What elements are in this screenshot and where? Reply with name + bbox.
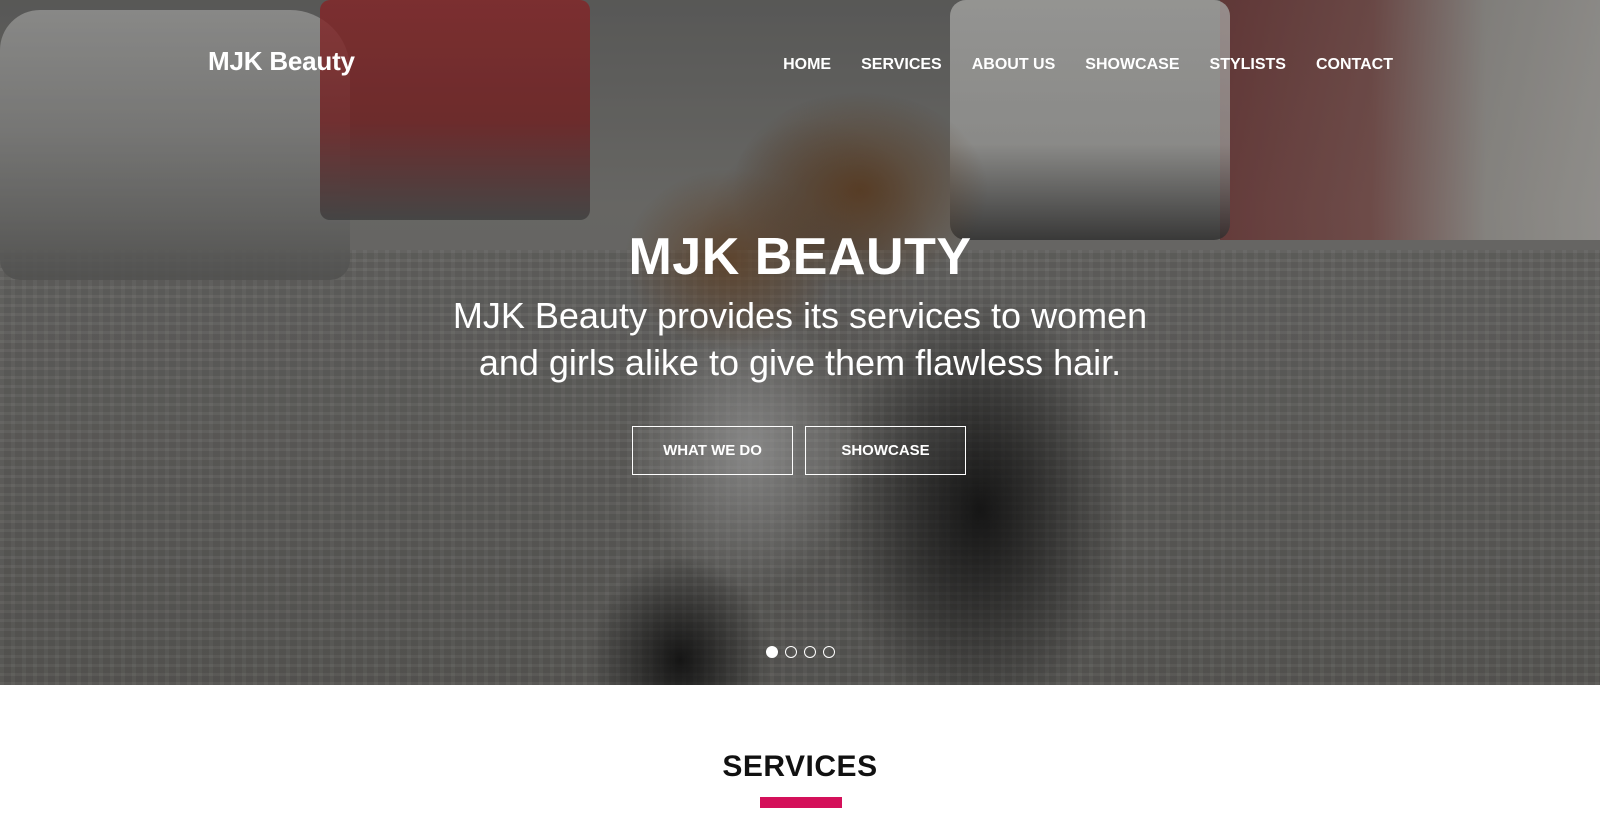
carousel-dot-4[interactable] [823, 646, 835, 658]
carousel-indicators [766, 646, 835, 658]
services-section: SERVICES [0, 685, 1600, 830]
nav-item-showcase: SHOWCASE [1085, 56, 1179, 74]
carousel-dot-1[interactable] [766, 646, 778, 658]
nav-link-showcase[interactable]: SHOWCASE [1085, 56, 1179, 73]
hero-section: MJK Beauty HOME SERVICES ABOUT US SHOWCA… [0, 0, 1600, 685]
brand-logo[interactable]: MJK Beauty [208, 46, 355, 77]
showcase-button[interactable]: SHOWCASE [805, 426, 966, 475]
nav-link-contact[interactable]: CONTACT [1316, 56, 1393, 73]
hero-title: MJK BEAUTY [628, 228, 972, 286]
carousel-dot-2[interactable] [785, 646, 797, 658]
nav-item-about-us: ABOUT US [972, 56, 1056, 74]
nav-link-about-us[interactable]: ABOUT US [972, 56, 1056, 73]
nav-item-stylists: STYLISTS [1210, 56, 1286, 74]
main-nav: HOME SERVICES ABOUT US SHOWCASE STYLISTS… [783, 56, 1393, 74]
nav-link-services[interactable]: SERVICES [861, 56, 942, 73]
what-we-do-button[interactable]: WHAT WE DO [632, 426, 793, 475]
nav-item-contact: CONTACT [1316, 56, 1393, 74]
carousel-dot-3[interactable] [804, 646, 816, 658]
services-heading-underline [760, 797, 842, 808]
nav-item-services: SERVICES [861, 56, 942, 74]
navbar: MJK Beauty HOME SERVICES ABOUT US SHOWCA… [0, 0, 1600, 130]
hero-subtitle: MJK Beauty provides its services to wome… [452, 295, 1148, 384]
services-heading: SERVICES [722, 750, 878, 783]
nav-link-home[interactable]: HOME [783, 56, 831, 73]
nav-link-stylists[interactable]: STYLISTS [1210, 56, 1286, 73]
hero-text-block: MJK BEAUTY MJK Beauty provides its servi… [0, 226, 1600, 386]
hero-button-group: WHAT WE DO SHOWCASE [632, 426, 966, 475]
nav-item-home: HOME [783, 56, 831, 74]
